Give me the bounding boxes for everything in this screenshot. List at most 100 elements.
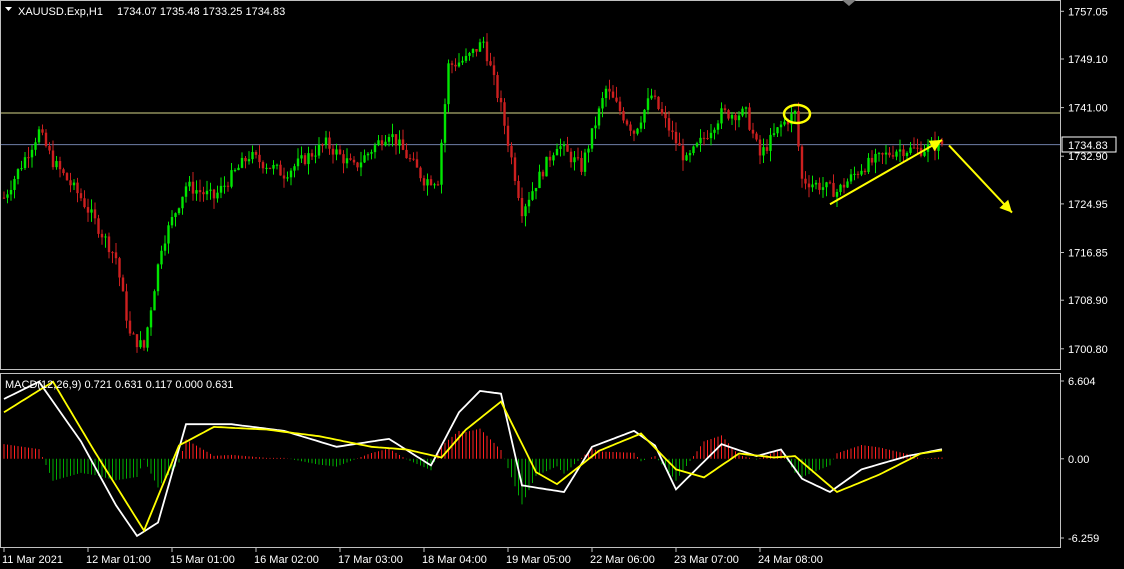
candle-body	[16, 169, 20, 179]
candle-body	[485, 41, 489, 62]
candle-body	[580, 157, 583, 172]
candle-body	[482, 41, 485, 43]
candle-body	[849, 174, 853, 182]
candle	[496, 71, 499, 103]
candle-body	[730, 114, 734, 119]
candle-body	[622, 111, 625, 121]
candle-body	[34, 142, 37, 150]
candle-body	[293, 166, 296, 171]
candle-body	[48, 145, 51, 151]
candle-body	[867, 157, 870, 173]
candle-body	[520, 198, 524, 217]
candle-body	[720, 108, 723, 124]
macd-tick-label: 0.00	[1068, 454, 1089, 466]
candle-body	[90, 209, 93, 213]
candle-body	[825, 182, 828, 188]
candle-body	[219, 185, 223, 193]
candle-body	[146, 327, 149, 348]
candle-body	[107, 236, 111, 253]
candle-body	[317, 144, 321, 156]
candle-body	[891, 155, 895, 157]
candle-body	[41, 129, 44, 133]
candle-body	[835, 191, 839, 197]
candle-body	[765, 147, 769, 151]
candle-body	[685, 155, 688, 161]
candle-body	[506, 125, 510, 146]
candle-body	[534, 188, 538, 192]
macd-tick-label: 6.604	[1068, 376, 1096, 388]
candle-body	[853, 173, 856, 175]
candle-body	[905, 152, 909, 157]
candle-body	[139, 340, 142, 348]
candle-body	[324, 137, 328, 145]
candle-body	[142, 340, 146, 348]
candle-body	[650, 95, 653, 99]
candle-body	[734, 114, 737, 121]
candle-body	[450, 63, 454, 65]
candle-body	[153, 291, 156, 311]
candle-body	[653, 95, 657, 97]
candle-body	[510, 145, 513, 158]
candle-body	[132, 333, 135, 335]
candle-body	[125, 291, 128, 321]
candle-body	[216, 192, 219, 199]
candle-body	[888, 152, 891, 156]
candle-body	[471, 49, 475, 53]
candle-body	[177, 208, 181, 214]
candle	[657, 96, 660, 111]
candle-body	[832, 182, 835, 197]
candle-body	[569, 151, 573, 163]
candle-body	[527, 199, 531, 207]
candle-body	[51, 150, 55, 168]
candle-body	[356, 162, 359, 168]
candle-body	[706, 137, 709, 139]
candle-body	[475, 49, 478, 52]
candle-body	[202, 192, 205, 195]
candle-body	[646, 98, 650, 110]
candle-body	[440, 142, 443, 185]
candle-body	[97, 218, 100, 234]
candle-body	[625, 120, 629, 125]
candle-body	[104, 236, 107, 238]
candle-body	[338, 149, 342, 155]
candle-body	[83, 198, 86, 208]
candle-body	[884, 152, 888, 155]
candle-body	[576, 157, 580, 159]
candle-body	[492, 65, 496, 76]
candle-body	[590, 128, 594, 149]
candle-body	[223, 185, 226, 187]
candle-body	[352, 159, 356, 163]
candle-body	[755, 133, 758, 140]
candle-body	[545, 156, 548, 177]
candle-body	[611, 91, 615, 98]
candle-body	[618, 101, 622, 112]
candle-body	[776, 127, 779, 134]
candle-body	[433, 184, 436, 186]
candle-body	[552, 155, 555, 161]
candle-body	[674, 131, 678, 144]
candle-body	[587, 148, 590, 153]
candle-body	[828, 182, 832, 184]
candle-body	[331, 148, 335, 155]
candle-body	[321, 144, 324, 146]
candle-body	[461, 60, 464, 63]
candle-body	[741, 108, 744, 116]
candle-body	[247, 159, 251, 162]
candle-body	[27, 157, 30, 159]
time-tick-label: 18 Mar 04:00	[422, 554, 487, 566]
candle-body	[594, 125, 597, 129]
trading-chart[interactable]: XAUUSD.Exp,H1 1734.07 1735.48 1733.25 17…	[0, 0, 1124, 569]
candle-body	[135, 334, 139, 348]
candle-body	[772, 133, 776, 135]
candle-body	[286, 177, 289, 179]
price-tick-label: 1700.80	[1068, 344, 1108, 356]
candle-body	[807, 183, 811, 188]
candle-body	[209, 189, 212, 191]
current-price-badge: 1734.83	[1061, 136, 1117, 153]
candle-body	[205, 190, 209, 195]
candle-body	[370, 152, 373, 154]
candle-body	[436, 184, 440, 186]
candle-body	[566, 144, 569, 152]
candle-body	[517, 180, 520, 199]
candle-body	[198, 190, 202, 193]
